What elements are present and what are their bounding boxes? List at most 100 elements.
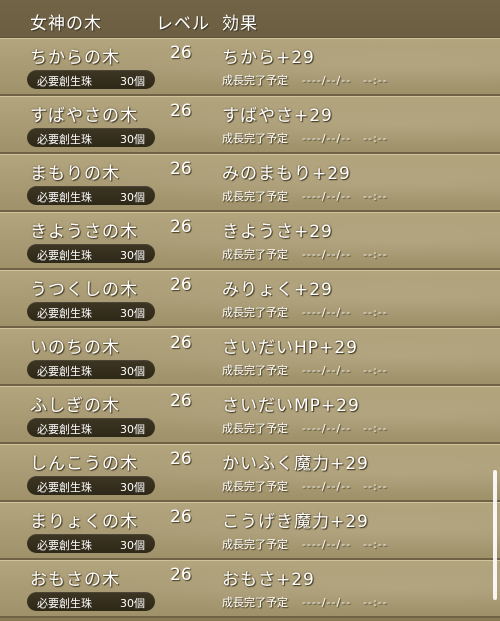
cost-label: 必要創生珠 (37, 539, 92, 552)
list-header: 女神の木 レベル 効果 (0, 0, 500, 38)
cost-label: 必要創生珠 (37, 481, 92, 494)
cost-label: 必要創生珠 (37, 597, 92, 610)
growth-status: 成長完了予定 ----/--/-- --:-- (222, 304, 388, 320)
cost-count: 30個 (120, 307, 145, 320)
cost-label: 必要創生珠 (37, 423, 92, 436)
cost-label: 必要創生珠 (37, 75, 92, 88)
tree-name: ちからの木 (30, 48, 120, 68)
status-label: 成長完了予定 (222, 364, 288, 377)
tree-effect: みのまもり+29 (222, 164, 351, 184)
status-eta: ----/--/-- --:-- (302, 132, 388, 145)
growth-status: 成長完了予定 ----/--/-- --:-- (222, 72, 388, 88)
cost-count: 30個 (120, 133, 145, 146)
growth-status: 成長完了予定 ----/--/-- --:-- (222, 246, 388, 262)
tree-effect: ちから+29 (222, 48, 315, 68)
header-name-column: 女神の木 (30, 14, 102, 34)
cost-count: 30個 (120, 75, 145, 88)
status-eta: ----/--/-- --:-- (302, 538, 388, 551)
cost-label: 必要創生珠 (37, 365, 92, 378)
tree-level: 26 (170, 159, 192, 179)
tree-name: まもりの木 (30, 164, 120, 184)
status-label: 成長完了予定 (222, 248, 288, 261)
tree-name: きようさの木 (30, 222, 138, 242)
growth-status: 成長完了予定 ----/--/-- --:-- (222, 188, 388, 204)
tree-effect: こうげき魔力+29 (222, 512, 369, 532)
status-eta: ----/--/-- --:-- (302, 190, 388, 203)
header-level-column: レベル (156, 14, 210, 34)
tree-effect: さいだいMP+29 (222, 396, 360, 416)
tree-effect: おもさ+29 (222, 570, 315, 590)
scrollbar-thumb[interactable] (493, 470, 497, 600)
tree-name: おもさの木 (30, 570, 120, 590)
tree-level: 26 (170, 101, 192, 121)
tree-level: 26 (170, 391, 192, 411)
tree-row-maryoku[interactable]: まりょくの木 26 こうげき魔力+29 必要創生珠 30個 成長完了予定 ----… (0, 502, 500, 560)
tree-row-chikara[interactable]: ちからの木 26 ちから+29 必要創生珠 30個 成長完了予定 ----/--/… (0, 38, 500, 96)
cost-label: 必要創生珠 (37, 191, 92, 204)
growth-status: 成長完了予定 ----/--/-- --:-- (222, 478, 388, 494)
header-effect-column: 効果 (222, 14, 258, 34)
cost-badge: 必要創生珠 30個 (27, 592, 155, 611)
status-label: 成長完了予定 (222, 596, 288, 609)
tree-row-omosa[interactable]: おもさの木 26 おもさ+29 必要創生珠 30個 成長完了予定 ----/--/… (0, 560, 500, 618)
cost-label: 必要創生珠 (37, 249, 92, 262)
cost-badge: 必要創生珠 30個 (27, 128, 155, 147)
status-label: 成長完了予定 (222, 190, 288, 203)
growth-status: 成長完了予定 ----/--/-- --:-- (222, 536, 388, 552)
tree-row-utsukushi[interactable]: うつくしの木 26 みりょく+29 必要創生珠 30個 成長完了予定 ----/-… (0, 270, 500, 328)
tree-level: 26 (170, 217, 192, 237)
cost-count: 30個 (120, 191, 145, 204)
tree-row-inochi[interactable]: いのちの木 26 さいだいHP+29 必要創生珠 30個 成長完了予定 ----/… (0, 328, 500, 386)
tree-list[interactable]: ちからの木 26 ちから+29 必要創生珠 30個 成長完了予定 ----/--/… (0, 38, 500, 621)
growth-status: 成長完了予定 ----/--/-- --:-- (222, 594, 388, 610)
tree-effect: かいふく魔力+29 (222, 454, 369, 474)
cost-count: 30個 (120, 597, 145, 610)
goddess-tree-screen: 女神の木 レベル 効果 ちからの木 26 ちから+29 必要創生珠 30個 成長… (0, 0, 500, 621)
status-label: 成長完了予定 (222, 480, 288, 493)
status-eta: ----/--/-- --:-- (302, 480, 388, 493)
cost-badge: 必要創生珠 30個 (27, 302, 155, 321)
status-label: 成長完了予定 (222, 306, 288, 319)
tree-row-fushigi[interactable]: ふしぎの木 26 さいだいMP+29 必要創生珠 30個 成長完了予定 ----/… (0, 386, 500, 444)
tree-row-shinkou[interactable]: しんこうの木 26 かいふく魔力+29 必要創生珠 30個 成長完了予定 ----… (0, 444, 500, 502)
status-label: 成長完了予定 (222, 538, 288, 551)
cost-badge: 必要創生珠 30個 (27, 534, 155, 553)
status-eta: ----/--/-- --:-- (302, 306, 388, 319)
tree-name: ふしぎの木 (30, 396, 120, 416)
cost-count: 30個 (120, 539, 145, 552)
cost-count: 30個 (120, 481, 145, 494)
status-eta: ----/--/-- --:-- (302, 596, 388, 609)
cost-badge: 必要創生珠 30個 (27, 70, 155, 89)
tree-row-subayasa[interactable]: すばやさの木 26 すばやさ+29 必要創生珠 30個 成長完了予定 ----/-… (0, 96, 500, 154)
cost-badge: 必要創生珠 30個 (27, 186, 155, 205)
status-eta: ----/--/-- --:-- (302, 248, 388, 261)
tree-row-kiyousa[interactable]: きようさの木 26 きようさ+29 必要創生珠 30個 成長完了予定 ----/-… (0, 212, 500, 270)
tree-effect: みりょく+29 (222, 280, 333, 300)
status-label: 成長完了予定 (222, 422, 288, 435)
tree-level: 26 (170, 565, 192, 585)
cost-count: 30個 (120, 365, 145, 378)
tree-effect: さいだいHP+29 (222, 338, 358, 358)
cost-label: 必要創生珠 (37, 133, 92, 146)
cost-label: 必要創生珠 (37, 307, 92, 320)
tree-level: 26 (170, 333, 192, 353)
tree-name: いのちの木 (30, 338, 120, 358)
tree-name: まりょくの木 (30, 512, 138, 532)
growth-status: 成長完了予定 ----/--/-- --:-- (222, 130, 388, 146)
tree-level: 26 (170, 449, 192, 469)
cost-count: 30個 (120, 249, 145, 262)
cost-badge: 必要創生珠 30個 (27, 244, 155, 263)
tree-name: すばやさの木 (30, 106, 138, 126)
status-eta: ----/--/-- --:-- (302, 422, 388, 435)
growth-status: 成長完了予定 ----/--/-- --:-- (222, 362, 388, 378)
tree-name: しんこうの木 (30, 454, 138, 474)
status-eta: ----/--/-- --:-- (302, 74, 388, 87)
tree-row-mamori[interactable]: まもりの木 26 みのまもり+29 必要創生珠 30個 成長完了予定 ----/-… (0, 154, 500, 212)
cost-badge: 必要創生珠 30個 (27, 418, 155, 437)
cost-count: 30個 (120, 423, 145, 436)
tree-level: 26 (170, 275, 192, 295)
status-label: 成長完了予定 (222, 74, 288, 87)
status-eta: ----/--/-- --:-- (302, 364, 388, 377)
cost-badge: 必要創生珠 30個 (27, 476, 155, 495)
tree-effect: すばやさ+29 (222, 106, 333, 126)
